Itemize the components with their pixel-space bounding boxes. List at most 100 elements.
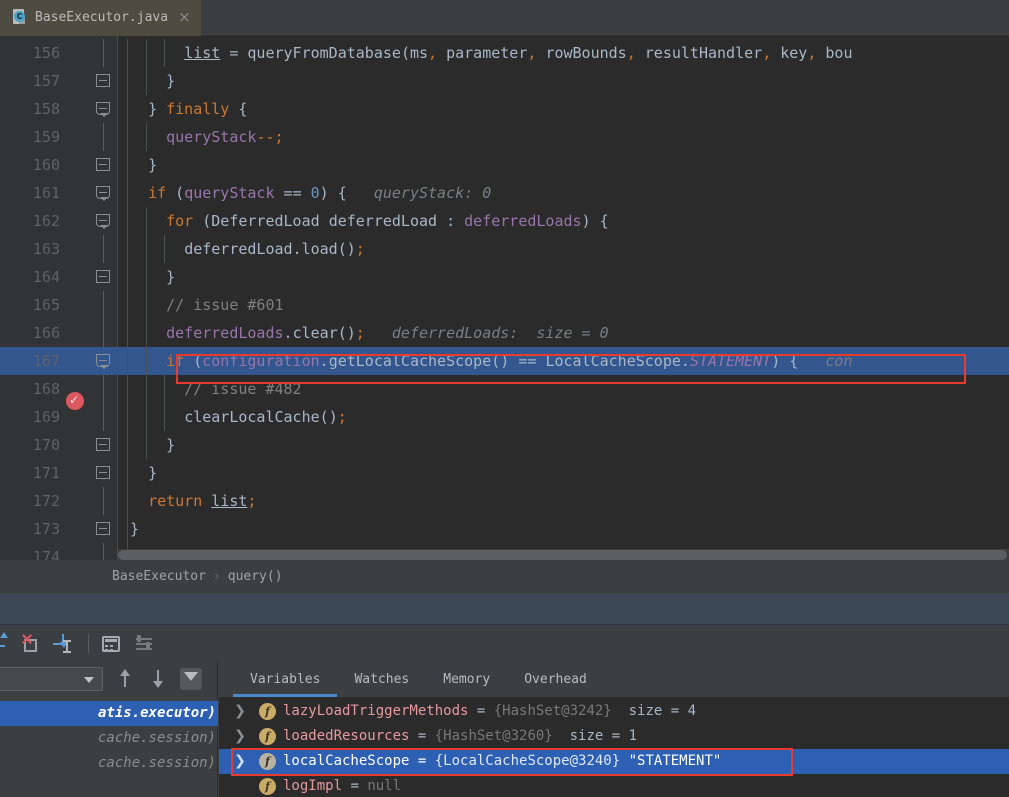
filter-icon[interactable] <box>180 668 202 690</box>
code-line-173[interactable]: 173} <box>0 515 1009 543</box>
breadcrumb-class[interactable]: BaseExecutor <box>112 570 206 583</box>
line-number: 157 <box>32 72 60 90</box>
variable-reference: null <box>367 778 402 794</box>
chevron-right-icon[interactable]: ❯ <box>233 749 247 774</box>
indent-guide <box>127 515 128 543</box>
variable-row[interactable]: ❯ f loadedResources = {HashSet@3260} size … <box>219 724 1009 749</box>
code-editor[interactable]: 156 list = queryFromDatabase(ms, paramet… <box>0 36 1009 560</box>
chevron-right-icon[interactable]: ❯ <box>233 699 247 724</box>
variable-extra: "STATEMENT" <box>620 753 722 769</box>
code-line-165[interactable]: 165 // issue #601 <box>0 291 1009 319</box>
fold-marker-157[interactable] <box>96 67 111 95</box>
variable-row[interactable]: ❯ f localCacheScope = {LocalCacheScope@324… <box>219 749 1009 774</box>
evaluate-expression-icon[interactable] <box>100 633 122 655</box>
close-icon[interactable]: × <box>175 9 191 25</box>
indent-guide <box>164 375 165 403</box>
fold-marker-161[interactable] <box>96 179 111 207</box>
fold-marker-164[interactable] <box>96 263 111 291</box>
tab-watches[interactable]: Watches <box>337 661 426 697</box>
variable-text: logImpl = null <box>283 774 401 797</box>
code-text: if (configuration.getLocalCacheScope() =… <box>166 352 853 370</box>
indent-guide <box>127 319 128 347</box>
frame-down-button[interactable] <box>148 668 170 690</box>
fold-guide <box>103 39 104 67</box>
code-line-170[interactable]: 170 } <box>0 431 1009 459</box>
variable-reference: {HashSet@3242} <box>493 703 612 719</box>
indent-guide <box>146 39 147 67</box>
code-line-164[interactable]: 164 } <box>0 263 1009 291</box>
thread-selector[interactable] <box>0 667 103 691</box>
breakpoint-icon[interactable] <box>66 391 84 410</box>
indent-guide <box>127 151 128 179</box>
frame-label: atis.executor) <box>97 705 216 721</box>
breadcrumb-method[interactable]: query() <box>228 570 283 583</box>
code-text: return list; <box>148 492 257 510</box>
code-line-168[interactable]: 168 // issue #482 <box>0 375 1009 403</box>
variables-tabs: Variables Watches Memory Overhead <box>219 661 1009 697</box>
code-line-158[interactable]: 158 } finally { <box>0 95 1009 123</box>
indent-guide <box>146 67 147 95</box>
fold-marker-170[interactable] <box>96 431 111 459</box>
fold-marker-173[interactable] <box>96 515 111 543</box>
code-line-163[interactable]: 163 deferredLoad.load(); <box>0 235 1009 263</box>
variable-name: loadedResources <box>283 728 410 744</box>
field-icon: f <box>259 703 276 720</box>
indent-guide <box>127 487 128 515</box>
line-number: 159 <box>32 128 60 146</box>
debug-panel: atis.executor) cache.session) cache.sessio… <box>0 661 1009 797</box>
code-line-160[interactable]: 160 } <box>0 151 1009 179</box>
line-number: 173 <box>32 520 60 538</box>
panel-splitter[interactable] <box>0 593 1009 625</box>
tab-memory[interactable]: Memory <box>426 661 507 697</box>
code-line-161[interactable]: 161 if (queryStack == 0) { queryStack: 0 <box>0 179 1009 207</box>
frame-row[interactable]: cache.session) <box>0 726 218 751</box>
chevron-right-icon[interactable]: ❯ <box>233 724 247 749</box>
scrollbar-thumb[interactable] <box>118 550 1007 560</box>
variable-reference: {LocalCacheScope@3240} <box>434 753 621 769</box>
run-to-cursor-icon[interactable] <box>52 633 74 655</box>
fold-marker-167[interactable] <box>96 347 111 375</box>
code-line-172[interactable]: 172 return list; <box>0 487 1009 515</box>
code-line-159[interactable]: 159 queryStack--; <box>0 123 1009 151</box>
line-number: 166 <box>32 324 60 342</box>
frame-row[interactable]: cache.session) <box>0 751 218 776</box>
fold-marker-162[interactable] <box>96 207 111 235</box>
fold-marker-171[interactable] <box>96 459 111 487</box>
indent-guide <box>127 95 128 123</box>
code-text: } <box>166 436 176 454</box>
fold-guide <box>103 123 104 151</box>
indent-guide <box>127 459 128 487</box>
editor-horizontal-scrollbar[interactable] <box>118 549 1009 560</box>
indent-guide <box>127 347 128 375</box>
fold-guide <box>103 487 104 515</box>
fold-guide <box>103 403 104 431</box>
code-line-166[interactable]: 166 deferredLoads.clear(); deferredLoads… <box>0 319 1009 347</box>
breadcrumb[interactable]: BaseExecutor › query() <box>0 560 1009 593</box>
code-line-156[interactable]: 156 list = queryFromDatabase(ms, paramet… <box>0 39 1009 67</box>
fold-marker-160[interactable] <box>96 151 111 179</box>
field-icon: f <box>259 728 276 745</box>
frames-toolbar <box>0 661 218 697</box>
indent-guide <box>146 207 147 235</box>
variables-list[interactable]: ❯ f lazyLoadTriggerMethods = {HashSet@3242… <box>219 697 1009 797</box>
code-line-171[interactable]: 171 } <box>0 459 1009 487</box>
tab-baseexecutor-java[interactable]: C BaseExecutor.java × <box>0 0 201 36</box>
field-icon: f <box>259 753 276 770</box>
line-number: 174 <box>32 548 60 560</box>
variable-row[interactable]: f logImpl = null <box>219 774 1009 797</box>
code-line-157[interactable]: 157 } <box>0 67 1009 95</box>
fold-marker-158[interactable] <box>96 95 111 123</box>
tab-overhead[interactable]: Overhead <box>507 661 604 697</box>
layout-settings-icon[interactable] <box>134 633 156 655</box>
variable-extra: size = 1 <box>552 728 638 744</box>
field-icon: f <box>259 778 276 795</box>
step-out-icon[interactable] <box>0 632 14 655</box>
force-step-into-icon[interactable] <box>20 633 42 655</box>
variable-row[interactable]: ❯ f lazyLoadTriggerMethods = {HashSet@3242… <box>219 699 1009 724</box>
code-line-162[interactable]: 162 for (DeferredLoad deferredLoad : def… <box>0 207 1009 235</box>
tab-variables[interactable]: Variables <box>233 661 338 697</box>
code-line-169[interactable]: 169 clearLocalCache(); <box>0 403 1009 431</box>
code-line-167[interactable]: 167 if (configuration.getLocalCacheScope… <box>0 347 1009 375</box>
frame-row[interactable]: atis.executor) <box>0 701 218 726</box>
frame-up-button[interactable] <box>115 668 137 690</box>
